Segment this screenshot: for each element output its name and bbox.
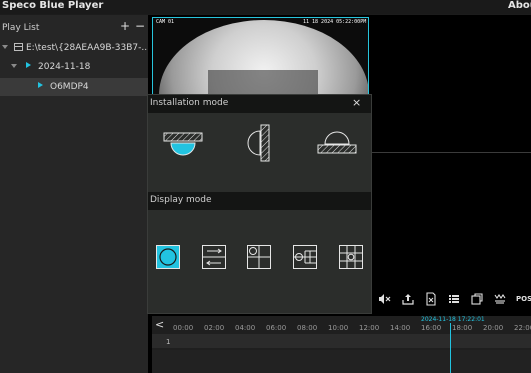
track-number: 1 <box>166 338 171 346</box>
video-tile[interactable]: CAM 01 11 18 2024 05:22:00PM <box>152 17 369 96</box>
osd-timestamp: 11 18 2024 05:22:00PM <box>303 19 367 25</box>
playlist-header: Play List + − <box>0 19 148 39</box>
add-button[interactable]: + <box>120 19 130 33</box>
display-mode-header: Display mode <box>148 192 371 210</box>
pos-button[interactable]: POS <box>516 295 531 303</box>
panorama-view-icon[interactable] <box>202 245 226 269</box>
display-mode-title: Display mode <box>150 195 212 205</box>
list-icon[interactable] <box>447 292 461 306</box>
playlist-sidebar: Play List + − E:\test\{28AEAA9B-33B7-...… <box>0 15 148 373</box>
clip-icon[interactable] <box>424 292 438 306</box>
osd-camera: CAM 01 <box>156 19 175 25</box>
timeline-tick-label: 00:00 <box>173 324 194 332</box>
original-view-icon[interactable] <box>156 245 180 269</box>
timeline-track-empty[interactable] <box>152 350 531 373</box>
collapse-icon[interactable] <box>11 64 17 68</box>
installation-mode-title: Installation mode <box>150 98 229 108</box>
split-view-icon[interactable] <box>293 245 317 269</box>
timeline-tick-label: 12:00 <box>359 324 380 332</box>
scene-shadow <box>208 70 318 95</box>
app-title: Speco Blue Player <box>2 0 104 11</box>
timeline-tick-label: 22:00 <box>514 324 531 332</box>
tree-item-date[interactable]: 2024-11-18 <box>0 59 148 77</box>
tree-item-file[interactable]: O6MDP4 <box>0 78 148 96</box>
window-icon[interactable] <box>470 292 484 306</box>
dewarp-icon[interactable] <box>493 292 507 306</box>
play-marker-icon <box>38 82 43 88</box>
timeline-track[interactable] <box>152 334 531 348</box>
playlist-title: Play List <box>2 23 40 33</box>
tree-item-label: O6MDP4 <box>50 82 89 92</box>
timeline-tick-label: 20:00 <box>483 324 504 332</box>
title-bar: Speco Blue Player Abou <box>0 0 531 14</box>
timeline-tick-label: 02:00 <box>204 324 225 332</box>
timeline-cursor[interactable] <box>450 323 451 373</box>
date-marker-icon <box>26 62 31 68</box>
drive-icon <box>14 43 23 51</box>
timeline-back-button[interactable]: < <box>155 318 164 331</box>
timeline-tick-label: 14:00 <box>390 324 411 332</box>
tree-item-folder[interactable]: E:\test\{28AEAA9B-33B7-... <box>0 40 148 58</box>
grid-view-icon[interactable] <box>339 245 363 269</box>
timeline-tick-label: 08:00 <box>297 324 318 332</box>
export-icon[interactable] <box>401 292 415 306</box>
tree-item-label: E:\test\{28AEAA9B-33B7-... <box>26 43 148 53</box>
timeline-cursor-time: 2024-11-18 17:22:01 <box>421 316 485 323</box>
collapse-icon[interactable] <box>2 45 8 49</box>
mute-icon[interactable] <box>377 292 391 306</box>
timeline-tick-label: 16:00 <box>421 324 442 332</box>
timeline-tick-label: 04:00 <box>235 324 256 332</box>
floor-mount-icon[interactable] <box>316 129 358 161</box>
fisheye-settings-popup: Installation mode × Display mode <box>147 94 372 314</box>
timeline-tick-label: 06:00 <box>266 324 287 332</box>
quad-view-icon[interactable] <box>247 245 271 269</box>
installation-mode-header: Installation mode × <box>148 95 371 113</box>
wall-mount-icon[interactable] <box>246 123 276 163</box>
timeline-tick-label: 10:00 <box>328 324 349 332</box>
close-button[interactable]: × <box>352 96 361 109</box>
timeline-tick-label: 18:00 <box>452 324 473 332</box>
video-grid-divider <box>369 152 531 153</box>
menu-about[interactable]: Abou <box>508 0 531 12</box>
ceiling-mount-icon[interactable] <box>163 126 203 162</box>
tree-item-label: 2024-11-18 <box>38 62 91 72</box>
remove-button[interactable]: − <box>135 19 145 33</box>
